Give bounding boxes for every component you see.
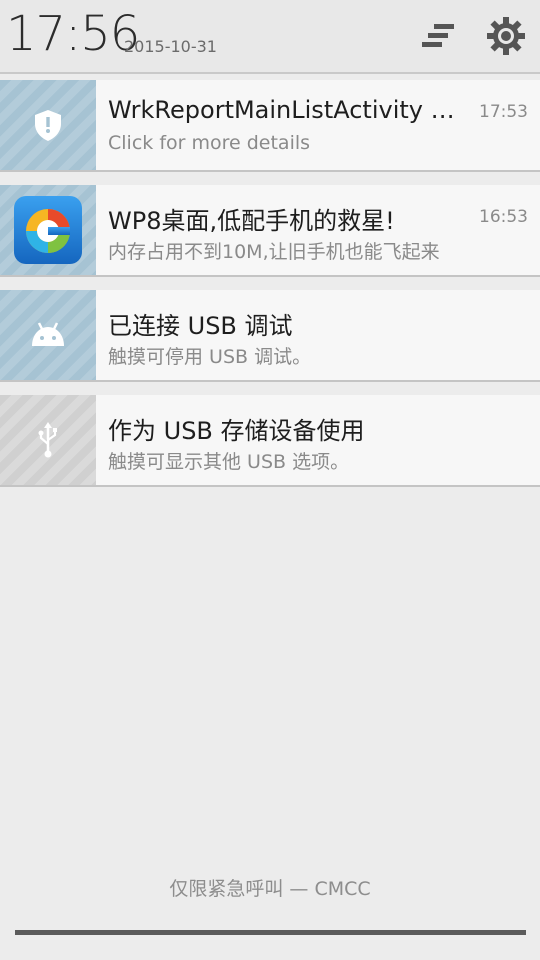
notification-subtitle: 触摸可停用 USB 调试。 (108, 346, 312, 368)
android-icon (32, 322, 64, 346)
notification-title: 作为 USB 存储设备使用 (108, 417, 365, 445)
notification-title: WP8桌面,低配手机的救星! (108, 207, 395, 235)
settings-button[interactable] (484, 14, 528, 58)
notification-title: WrkReportMainListActivity h... (108, 96, 468, 124)
drag-handle[interactable] (15, 930, 526, 935)
notification-icon-tile (0, 290, 96, 380)
notification-header: 17:56 2015-10-31 (0, 0, 540, 74)
notification-icon-tile (0, 80, 96, 170)
notification-subtitle: 触摸可显示其他 USB 选项。 (108, 451, 350, 473)
notification-icon-tile (0, 185, 96, 275)
notification-title: 已连接 USB 调试 (108, 312, 293, 340)
notification-subtitle: 内存占用不到10M,让旧手机也能飞起来 (108, 241, 440, 263)
notification-icon-tile (0, 395, 96, 485)
clock: 17:56 (6, 6, 140, 62)
app-launcher-icon (14, 196, 82, 264)
notification-time: 17:53 (479, 102, 528, 122)
clear-all-button[interactable] (416, 14, 460, 58)
notification-item[interactable]: WP8桌面,低配手机的救星! 内存占用不到10M,让旧手机也能飞起来 16:53 (0, 185, 540, 277)
notification-item[interactable]: 作为 USB 存储设备使用 触摸可显示其他 USB 选项。 (0, 395, 540, 487)
clear-all-icon (422, 24, 454, 47)
gear-icon (487, 17, 525, 55)
notification-subtitle: Click for more details (108, 132, 311, 154)
notification-item[interactable]: WrkReportMainListActivity h... Click for… (0, 80, 540, 172)
carrier-label: 仅限紧急呼叫 — CMCC (169, 878, 371, 900)
usb-icon (38, 422, 57, 458)
shield-icon (35, 110, 61, 141)
date: 2015-10-31 (124, 37, 217, 56)
notification-item[interactable]: 已连接 USB 调试 触摸可停用 USB 调试。 (0, 290, 540, 382)
notification-time: 16:53 (479, 207, 528, 227)
